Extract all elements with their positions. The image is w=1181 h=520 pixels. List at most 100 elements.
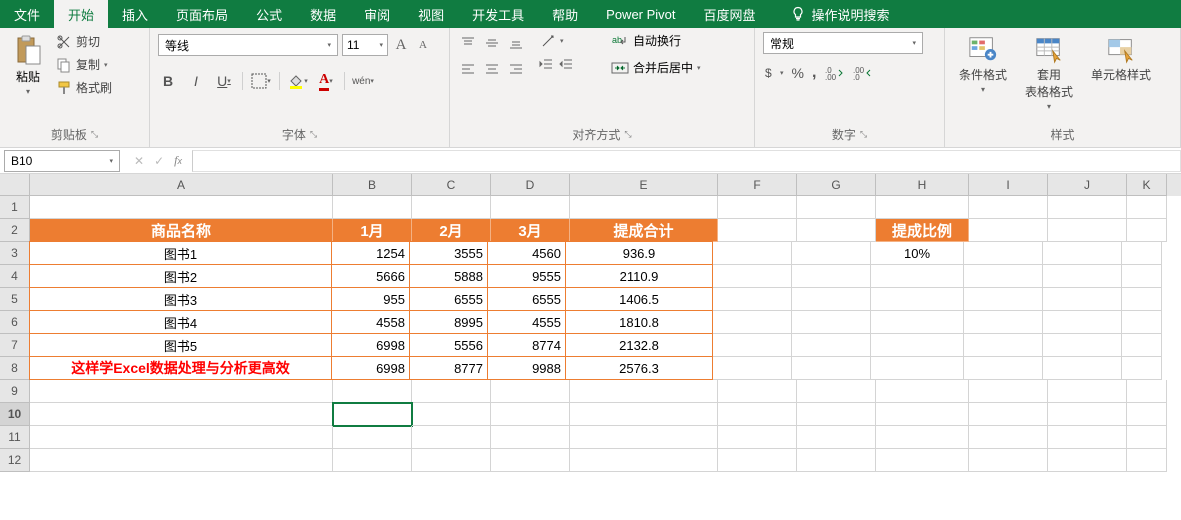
cell[interactable] bbox=[1122, 265, 1162, 288]
tab-file[interactable]: 文件 bbox=[0, 0, 54, 28]
phonetic-button[interactable]: wén▾ bbox=[353, 76, 373, 87]
underline-button[interactable]: U▾ bbox=[214, 73, 234, 89]
border-button[interactable]: ▾ bbox=[251, 73, 271, 89]
cell[interactable] bbox=[570, 403, 718, 426]
cell[interactable] bbox=[871, 357, 964, 380]
cell[interactable] bbox=[1043, 357, 1122, 380]
increase-indent-button[interactable] bbox=[558, 56, 574, 72]
col-header[interactable]: I bbox=[969, 174, 1048, 196]
cell[interactable] bbox=[1122, 242, 1162, 265]
cell[interactable] bbox=[1048, 403, 1127, 426]
col-header[interactable]: G bbox=[797, 174, 876, 196]
cell[interactable]: 1810.8 bbox=[565, 310, 713, 334]
accounting-format-button[interactable]: $▾ bbox=[763, 65, 784, 81]
cell[interactable]: 5888 bbox=[409, 264, 488, 288]
row-header[interactable]: 12 bbox=[0, 449, 30, 472]
cell[interactable] bbox=[412, 380, 491, 403]
cell[interactable] bbox=[412, 403, 491, 426]
cell[interactable] bbox=[1048, 219, 1127, 242]
font-name-select[interactable]: 等线▾ bbox=[158, 34, 338, 56]
cell[interactable] bbox=[491, 403, 570, 426]
number-format-select[interactable]: 常规▾ bbox=[763, 32, 923, 54]
cell[interactable] bbox=[871, 334, 964, 357]
format-as-table-button[interactable]: 套用 表格格式▾ bbox=[1019, 32, 1079, 113]
cell[interactable]: 图书5 bbox=[29, 333, 332, 357]
align-middle-button[interactable] bbox=[482, 32, 502, 54]
cell[interactable]: 6998 bbox=[331, 333, 410, 357]
cell[interactable] bbox=[797, 426, 876, 449]
cell[interactable] bbox=[412, 426, 491, 449]
cell[interactable]: 9555 bbox=[487, 264, 566, 288]
cell[interactable] bbox=[30, 426, 333, 449]
cell[interactable] bbox=[570, 449, 718, 472]
cell[interactable] bbox=[713, 334, 792, 357]
col-header[interactable]: F bbox=[718, 174, 797, 196]
align-left-button[interactable] bbox=[458, 58, 478, 80]
cell[interactable] bbox=[1127, 219, 1167, 242]
fill-color-button[interactable]: ▾ bbox=[288, 73, 308, 89]
cell[interactable] bbox=[491, 426, 570, 449]
align-center-button[interactable] bbox=[482, 58, 502, 80]
cell[interactable] bbox=[1127, 403, 1167, 426]
cell[interactable]: 955 bbox=[331, 287, 410, 311]
row-header[interactable]: 11 bbox=[0, 426, 30, 449]
tell-me[interactable]: 操作说明搜索 bbox=[790, 5, 890, 24]
cell[interactable] bbox=[1048, 380, 1127, 403]
row-header[interactable]: 6 bbox=[0, 311, 30, 334]
row-header[interactable]: 3 bbox=[0, 242, 30, 265]
dialog-launcher-icon[interactable]: ⤡ bbox=[624, 129, 631, 140]
cell[interactable] bbox=[1043, 265, 1122, 288]
col-header[interactable]: K bbox=[1127, 174, 1167, 196]
wrap-text-button[interactable]: ab自动换行 bbox=[611, 32, 701, 49]
cell[interactable]: 936.9 bbox=[565, 241, 713, 265]
cell[interactable] bbox=[718, 426, 797, 449]
cell[interactable] bbox=[792, 334, 871, 357]
dialog-launcher-icon[interactable]: ⤡ bbox=[91, 129, 98, 140]
cell[interactable]: 8774 bbox=[487, 333, 566, 357]
dialog-launcher-icon[interactable]: ⤡ bbox=[310, 129, 317, 140]
tab-view[interactable]: 视图 bbox=[404, 0, 458, 28]
cell[interactable] bbox=[797, 196, 876, 219]
percent-button[interactable]: % bbox=[792, 65, 804, 81]
align-right-button[interactable] bbox=[506, 58, 526, 80]
paste-button[interactable]: 粘贴 ▾ bbox=[8, 32, 48, 98]
cell[interactable] bbox=[792, 288, 871, 311]
col-header[interactable]: J bbox=[1048, 174, 1127, 196]
cell[interactable]: 提成合计 bbox=[570, 219, 718, 242]
align-bottom-button[interactable] bbox=[506, 32, 526, 54]
cell[interactable]: 1406.5 bbox=[565, 287, 713, 311]
cell[interactable]: 4558 bbox=[331, 310, 410, 334]
align-top-button[interactable] bbox=[458, 32, 478, 54]
cell[interactable]: 4560 bbox=[487, 241, 566, 265]
confirm-icon[interactable]: ✓ bbox=[154, 154, 164, 168]
cell[interactable] bbox=[412, 196, 491, 219]
cell[interactable]: 6555 bbox=[409, 287, 488, 311]
cell[interactable] bbox=[969, 380, 1048, 403]
cell[interactable]: 10% bbox=[871, 242, 964, 265]
cell[interactable]: 提成比例 bbox=[876, 219, 969, 242]
cell[interactable] bbox=[792, 311, 871, 334]
cell[interactable] bbox=[570, 426, 718, 449]
cell[interactable] bbox=[713, 242, 792, 265]
cell[interactable] bbox=[1127, 196, 1167, 219]
cell[interactable]: 图书4 bbox=[29, 310, 332, 334]
cell[interactable]: 图书1 bbox=[29, 241, 332, 265]
cell[interactable] bbox=[491, 449, 570, 472]
cell[interactable] bbox=[1043, 288, 1122, 311]
cell[interactable] bbox=[333, 380, 412, 403]
cell[interactable] bbox=[1043, 242, 1122, 265]
orientation-button[interactable]: ▾ bbox=[538, 32, 574, 50]
increase-decimal-button[interactable]: .0.00 bbox=[824, 65, 844, 81]
cell[interactable] bbox=[1048, 196, 1127, 219]
row-header[interactable]: 8 bbox=[0, 357, 30, 380]
cell[interactable] bbox=[876, 426, 969, 449]
col-header[interactable]: D bbox=[491, 174, 570, 196]
cell[interactable]: 商品名称 bbox=[30, 219, 333, 242]
cell[interactable] bbox=[797, 380, 876, 403]
font-size-select[interactable]: 11▾ bbox=[342, 34, 388, 56]
cell[interactable] bbox=[964, 242, 1043, 265]
cell[interactable]: 1月 bbox=[333, 219, 412, 242]
copy-button[interactable]: 复制▾ bbox=[54, 55, 114, 74]
tab-review[interactable]: 审阅 bbox=[350, 0, 404, 28]
cell[interactable] bbox=[1122, 311, 1162, 334]
